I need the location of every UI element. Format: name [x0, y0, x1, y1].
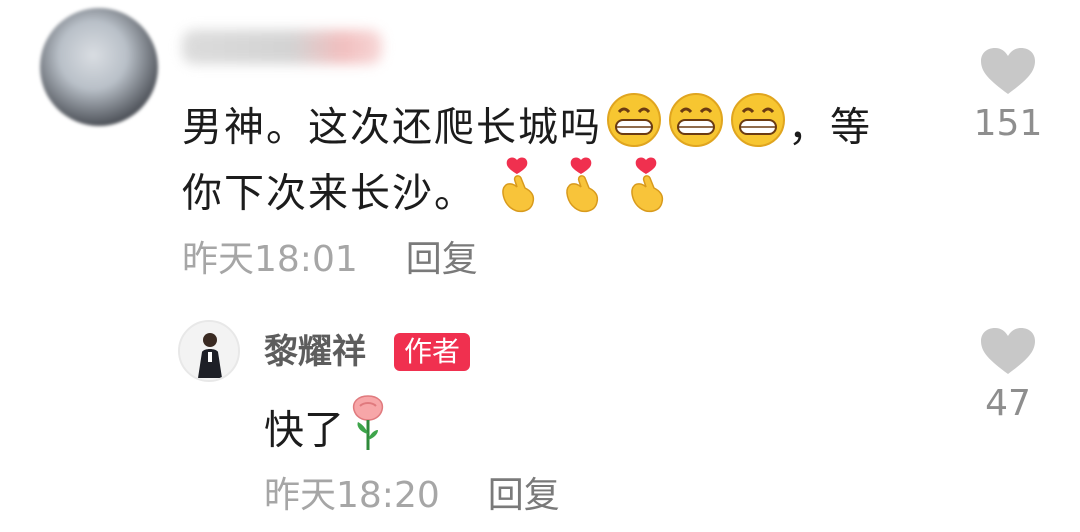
commenter-username-blurred[interactable]	[182, 30, 382, 64]
reply-text: 快了	[264, 407, 344, 454]
reply-avatar[interactable]	[178, 320, 240, 382]
comment-meta: 昨天18:01 回复	[182, 238, 478, 282]
comment-text: 男神。这次还爬长城吗	[182, 104, 602, 151]
rose-icon	[346, 392, 390, 473]
reply-timestamp: 昨天18:20	[264, 475, 440, 516]
reply-username[interactable]: 黎耀祥	[264, 330, 366, 374]
comment-text-suffix: ，等	[788, 104, 872, 151]
finger-heart-icon	[557, 156, 605, 235]
grinning-face-icon	[728, 92, 788, 167]
reply-like[interactable]: 47	[968, 326, 1048, 424]
heart-icon[interactable]	[979, 326, 1037, 376]
reply-to-reply-button[interactable]: 回复	[488, 475, 560, 516]
comment-timestamp: 昨天18:01	[182, 239, 358, 280]
comment-text-line2: 你下次来长沙。	[182, 156, 670, 235]
like-count: 151	[973, 103, 1043, 144]
comment-text-2: 你下次来长沙。	[182, 170, 476, 217]
author-badge: 作者	[394, 333, 471, 371]
heart-icon[interactable]	[979, 46, 1037, 96]
reply-like-count: 47	[985, 383, 1031, 424]
commenter-avatar[interactable]	[40, 8, 158, 126]
finger-heart-icon	[622, 156, 670, 235]
reply-text-line: 快了	[264, 392, 390, 473]
reply-meta: 昨天18:20 回复	[264, 474, 560, 518]
grinning-face-icon	[666, 92, 726, 167]
finger-heart-icon	[493, 156, 541, 235]
comment-thread: 男神。这次还爬长城吗 ，等 你下次来长沙。 昨天18:01 回复 151 黎耀祥…	[0, 0, 1080, 532]
reply-button[interactable]: 回复	[406, 239, 478, 280]
comment-like[interactable]: 151	[968, 46, 1048, 144]
